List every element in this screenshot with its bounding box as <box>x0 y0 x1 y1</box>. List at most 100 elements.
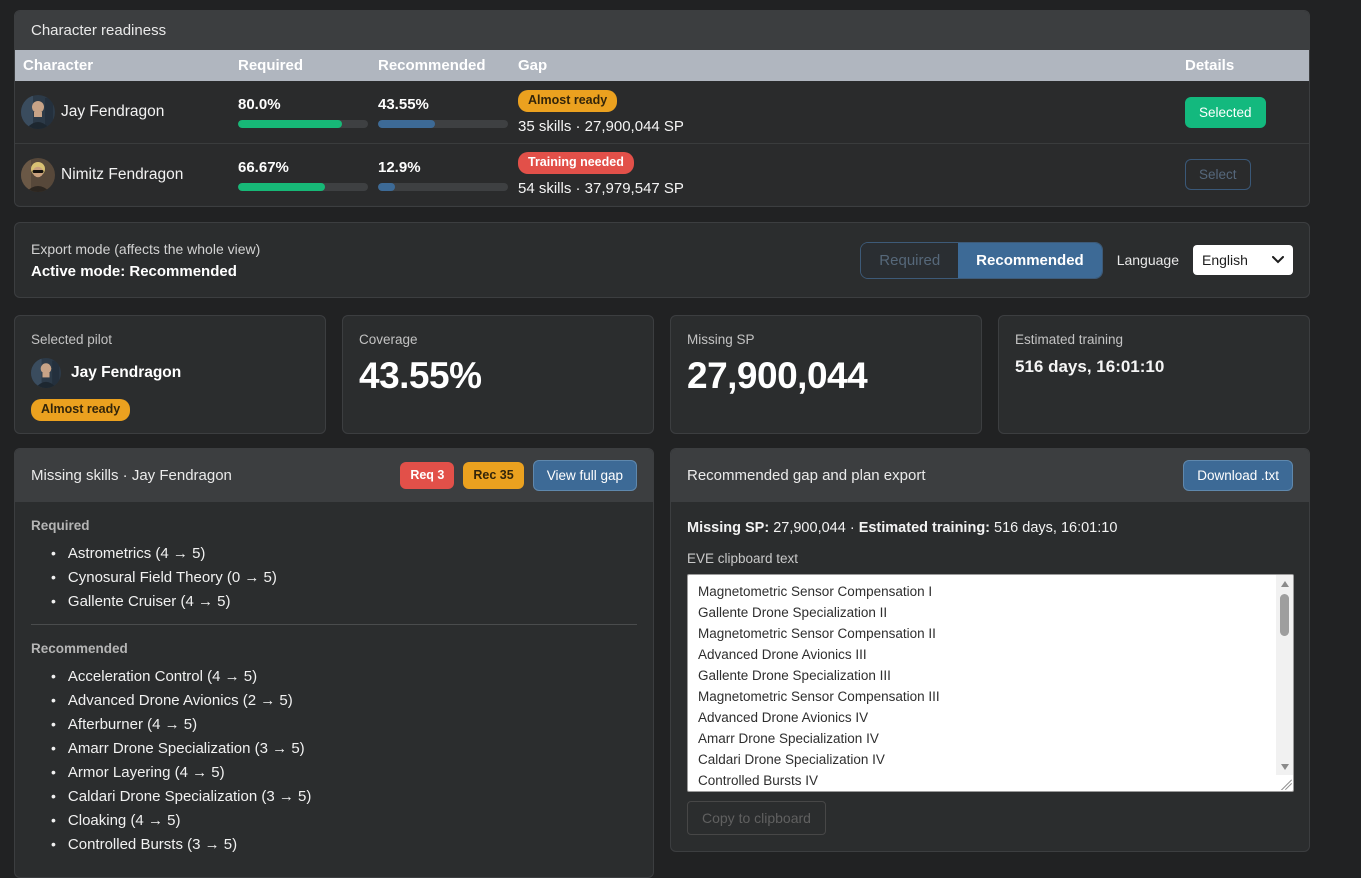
page-content: Character readiness Character Required R… <box>14 0 1310 878</box>
character-name: Nimitz Fendragon <box>61 165 184 183</box>
export-mode-label: Export mode (affects the whole view) <box>31 240 261 257</box>
clipboard-line: Magnetometric Sensor Compensation I <box>698 584 933 599</box>
eve-clipboard-label: EVE clipboard text <box>687 551 799 566</box>
recommended-progress-fill <box>378 182 395 191</box>
active-mode-text: Active mode: Recommended <box>31 262 237 280</box>
selected-pilot-card: Selected pilot Jay Fendragon Almost read… <box>14 315 326 434</box>
scrollbar-thumb[interactable] <box>1280 594 1289 636</box>
view-full-gap-button[interactable]: View full gap <box>532 460 637 491</box>
required-progress-fill <box>238 120 342 128</box>
status-badge: Training needed <box>518 152 634 174</box>
eve-clipboard-textarea[interactable]: Magnetometric Sensor Compensation I Galle… <box>687 574 1294 792</box>
avatar-jay-portrait <box>31 358 61 388</box>
skill-item: Cynosural Field Theory (0 → 5) <box>51 570 637 585</box>
export-mode-text: Export mode (affects the whole view) Act… <box>31 241 260 280</box>
missing-sp-value: 27,900,044 <box>687 355 868 396</box>
recommended-progress-cell: 43.55% <box>378 96 518 128</box>
export-mode-controls: Required Recommended Language English <box>860 241 1293 279</box>
required-skill-list: Astrometrics (4 → 5) Cynosural Field Theo… <box>31 546 637 609</box>
status-badge: Almost ready <box>518 89 618 112</box>
export-summary-line: Missing SP: 27,900,044 · Estimated train… <box>687 518 1293 536</box>
coverage-card: Coverage 43.55% <box>342 315 654 434</box>
export-mode-card: Export mode (affects the whole view) Act… <box>14 222 1310 298</box>
language-selected-value: English <box>1202 252 1248 268</box>
avatar <box>21 157 55 192</box>
scroll-up-arrow-icon[interactable] <box>1276 576 1293 591</box>
gap-summary-text: 54 skills · 37,979,547 SP <box>518 180 684 197</box>
character-cell: Nimitz Fendragon <box>15 157 238 192</box>
summary-missing-sp-label: Missing SP: <box>687 520 770 536</box>
clipboard-text-content: Magnetometric Sensor Compensation I Galle… <box>688 575 1275 791</box>
details-cell: Select <box>1172 159 1309 190</box>
clipboard-line: Magnetometric Sensor Compensation II <box>698 626 936 641</box>
missing-sp-label: Missing SP <box>687 332 755 347</box>
skill-item: Amarr Drone Specialization (3 → 5) <box>51 741 637 756</box>
clipboard-line: Gallente Drone Specialization II <box>698 605 888 620</box>
selected-pilot-label: Selected pilot <box>31 332 113 347</box>
missing-skills-actions: Req 3 Rec 35 View full gap <box>400 460 637 491</box>
skill-item: Controlled Bursts (3 → 5) <box>51 837 637 852</box>
section-divider <box>31 624 637 625</box>
recommended-skill-list: Acceleration Control (4 → 5) Advanced Dro… <box>31 669 637 852</box>
summary-missing-sp-value: 27,900,044 · <box>769 520 859 536</box>
clipboard-line: Caldari Drone Specialization IV <box>698 752 885 767</box>
plan-export-title: Recommended gap and plan export <box>687 467 926 484</box>
mode-toggle-group: Required Recommended <box>860 241 1103 279</box>
required-progress-cell: 66.67% <box>238 159 378 191</box>
table-row: Jay Fendragon 80.0% 43.55% Almost ready … <box>15 81 1309 143</box>
summary-training-value: 516 days, 16:01:10 <box>990 520 1118 536</box>
avatar-jay-portrait <box>21 95 55 129</box>
skill-item: Astrometrics (4 → 5) <box>51 546 637 561</box>
missing-sp-card: Missing SP 27,900,044 <box>670 315 982 434</box>
toggle-required-button[interactable]: Required <box>861 242 959 278</box>
avatar <box>31 358 61 388</box>
coverage-value: 43.55% <box>359 355 482 396</box>
details-cell: Selected <box>1172 96 1309 128</box>
selected-button[interactable]: Selected <box>1185 96 1266 128</box>
clipboard-line: Magnetometric Sensor Compensation III <box>698 689 940 704</box>
readiness-table-header: Character Required Recommended Gap Detai… <box>15 50 1309 81</box>
estimated-training-card: Estimated training 516 days, 16:01:10 <box>998 315 1310 434</box>
copy-to-clipboard-button[interactable]: Copy to clipboard <box>687 801 826 835</box>
skill-item: Gallente Cruiser (4 → 5) <box>51 594 637 609</box>
required-section-label: Required <box>31 518 90 533</box>
selected-pilot-row: Jay Fendragon <box>31 358 309 388</box>
column-recommended: Recommended <box>378 57 486 74</box>
avatar-nimitz-portrait <box>21 157 55 192</box>
column-required: Required <box>238 57 304 74</box>
clipboard-line: Amarr Drone Specialization IV <box>698 731 879 746</box>
plan-export-body: Missing SP: 27,900,044 · Estimated train… <box>671 502 1309 851</box>
column-gap: Gap <box>518 57 548 74</box>
recommended-percent: 43.55% <box>378 96 429 113</box>
skill-item: Afterburner (4 → 5) <box>51 717 637 732</box>
summary-training-label: Estimated training: <box>858 520 991 536</box>
status-badge: Almost ready <box>31 399 131 421</box>
skill-item: Acceleration Control (4 → 5) <box>51 669 637 684</box>
language-select[interactable]: English <box>1193 245 1293 275</box>
character-readiness-title: Character readiness <box>31 22 167 39</box>
character-cell: Jay Fendragon <box>15 95 238 129</box>
stat-cards-row: Selected pilot Jay Fendragon Almost read… <box>14 315 1310 434</box>
skill-item: Cloaking (4 → 5) <box>51 813 637 828</box>
column-details: Details <box>1185 57 1235 74</box>
toggle-recommended-button[interactable]: Recommended <box>958 242 1102 278</box>
download-txt-button[interactable]: Download .txt <box>1183 460 1293 491</box>
textarea-scrollbar[interactable] <box>1276 575 1293 775</box>
scroll-down-arrow-icon[interactable] <box>1276 759 1293 774</box>
required-progress-fill <box>238 182 325 191</box>
textarea-resize-grip-icon[interactable] <box>1278 776 1292 790</box>
avatar <box>21 95 55 129</box>
recommended-progress-fill <box>378 120 435 128</box>
select-button[interactable]: Select <box>1185 159 1251 190</box>
rec-count-badge: Rec 35 <box>463 462 524 489</box>
recommended-percent: 12.9% <box>378 158 421 176</box>
required-progress-bar <box>238 182 368 191</box>
clipboard-line: Gallente Drone Specialization III <box>698 668 891 683</box>
clipboard-line: Controlled Bursts IV <box>698 773 819 788</box>
missing-skills-title: Missing skills · Jay Fendragon <box>31 467 232 484</box>
req-count-badge: Req 3 <box>400 462 455 489</box>
bottom-panels: Missing skills · Jay Fendragon Req 3 Rec… <box>14 448 1310 878</box>
gap-cell: Almost ready 35 skills · 27,900,044 SP <box>518 89 1172 135</box>
skill-item: Advanced Drone Avionics (2 → 5) <box>51 693 637 708</box>
missing-skills-header: Missing skills · Jay Fendragon Req 3 Rec… <box>15 449 653 502</box>
